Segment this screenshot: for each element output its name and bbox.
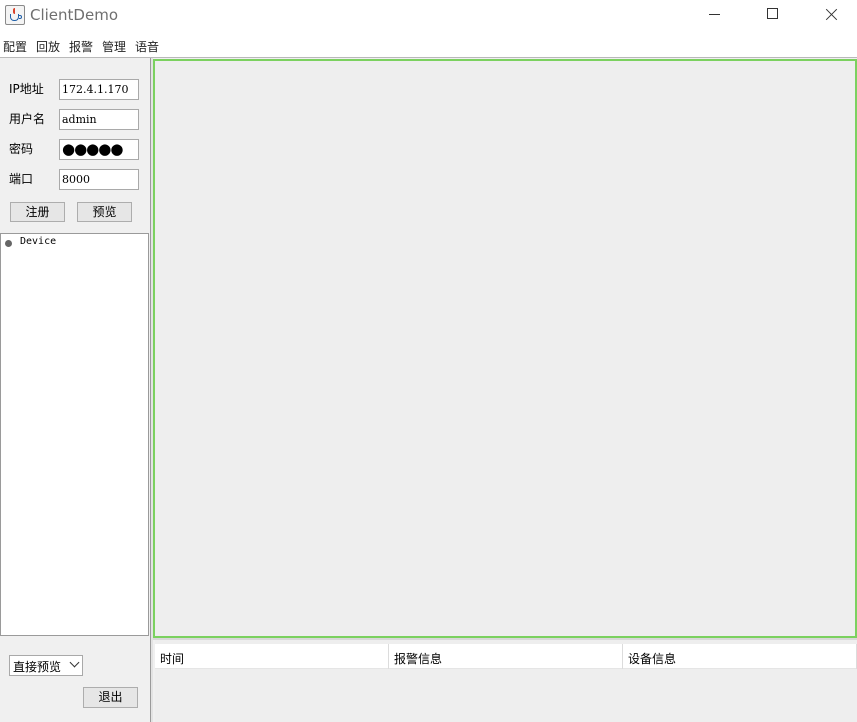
java-app-icon	[5, 5, 25, 25]
table-header: 时间 报警信息 设备信息	[155, 644, 857, 669]
chevron-down-icon	[69, 657, 80, 668]
close-button[interactable]	[809, 0, 855, 30]
preview-mode-value: 直接预览	[13, 660, 62, 674]
username-input[interactable]: admin	[59, 109, 139, 130]
minimize-icon	[709, 14, 720, 15]
menu-manage[interactable]: 管理	[102, 38, 126, 55]
tree-node-icon	[5, 240, 12, 247]
exit-button[interactable]: 退出	[83, 687, 138, 708]
port-label: 端口	[9, 172, 34, 186]
menu-bar: 配置 回放 报警 管理 语音	[0, 32, 857, 58]
column-header-device-info[interactable]: 设备信息	[623, 644, 857, 669]
password-label: 密码	[9, 142, 34, 156]
menu-alarm[interactable]: 报警	[69, 38, 93, 55]
left-panel: IP地址 172.4.1.170 用户名 admin 密码 ●●●●● 端口 8…	[0, 58, 151, 722]
menu-config[interactable]: 配置	[3, 38, 27, 55]
column-header-time[interactable]: 时间	[155, 644, 389, 669]
maximize-button[interactable]	[750, 0, 796, 30]
device-tree[interactable]: Device	[0, 233, 149, 636]
title-bar: ClientDemo	[0, 0, 857, 32]
column-header-alarm-info[interactable]: 报警信息	[389, 644, 623, 669]
preview-button[interactable]: 预览	[77, 202, 132, 222]
menu-playback[interactable]: 回放	[36, 38, 60, 55]
minimize-button[interactable]	[692, 0, 738, 30]
tree-item-device[interactable]: Device	[20, 236, 56, 247]
maximize-icon	[767, 8, 778, 19]
password-input[interactable]: ●●●●●	[59, 139, 139, 160]
preview-mode-select[interactable]: 直接预览	[9, 655, 83, 676]
video-preview-panel[interactable]	[153, 59, 857, 638]
menu-voice[interactable]: 语音	[135, 38, 159, 55]
window-title: ClientDemo	[30, 6, 118, 24]
ip-input[interactable]: 172.4.1.170	[59, 79, 139, 100]
username-label: 用户名	[9, 112, 46, 126]
alarm-table: 时间 报警信息 设备信息	[155, 640, 857, 722]
ip-label: IP地址	[9, 82, 44, 96]
port-input[interactable]: 8000	[59, 169, 139, 190]
register-button[interactable]: 注册	[10, 202, 65, 222]
